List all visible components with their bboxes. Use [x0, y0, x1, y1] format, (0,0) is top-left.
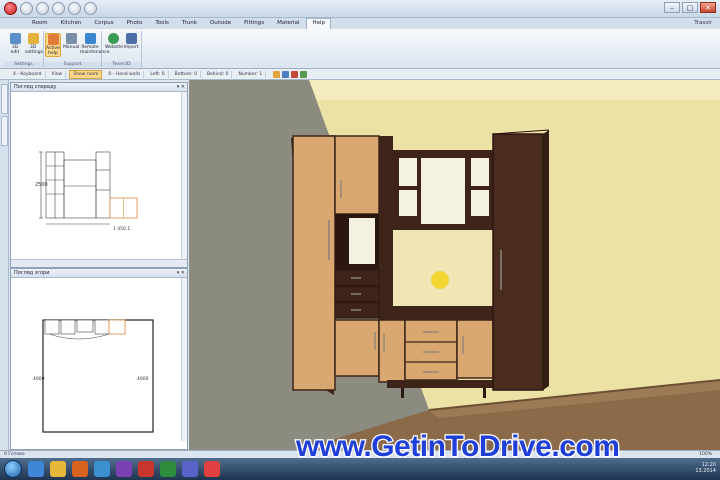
start-button[interactable]	[4, 460, 22, 478]
panel-title: Погляд згори	[14, 270, 50, 276]
measure-icon[interactable]	[282, 70, 290, 78]
taskbar-app-green-icon[interactable]	[160, 461, 176, 477]
toolbar-view[interactable]: View	[49, 70, 67, 78]
ribbon-group-support: Active help Manual Remote maintenance Su…	[44, 31, 109, 67]
undo-icon[interactable]	[68, 2, 81, 15]
taskbar-visual-studio-icon[interactable]	[116, 461, 132, 477]
manual-button[interactable]: Manual	[63, 33, 79, 50]
view-toolbar: 4 - Keyboard View Show room 0 - Hand wal…	[0, 69, 720, 80]
ribbon-right-tag[interactable]: Trassir	[694, 20, 712, 26]
tab-room[interactable]: Room	[26, 18, 54, 29]
width-dimension-label: 1 450.1	[113, 226, 130, 232]
quick-access-toolbar	[4, 2, 97, 15]
panel-close-icon[interactable]: ▾ ✕	[177, 84, 185, 90]
ribbon-group-label: Settings	[4, 62, 43, 67]
pencil-icon[interactable]	[273, 70, 281, 78]
3d-room-scene	[189, 80, 720, 450]
website-button[interactable]: Website	[105, 33, 123, 50]
taskbar-explorer-icon[interactable]	[50, 461, 66, 477]
top-view-drawing: 4000 4000	[33, 319, 154, 433]
toolbar-behind[interactable]: Behind: 0	[204, 70, 233, 78]
panel-header: Погляд згори ▾ ✕	[11, 269, 187, 278]
close-button[interactable]: ✕	[700, 2, 716, 13]
zoom-level[interactable]: 100%	[699, 452, 712, 457]
toolbar-show-room[interactable]: Show room	[69, 69, 103, 79]
tab-kitchen[interactable]: Kitchen	[55, 18, 88, 29]
toolbar-number[interactable]: Number: 1	[235, 70, 267, 78]
import-button[interactable]: Import	[123, 33, 139, 50]
3d-viewport[interactable]	[189, 80, 720, 450]
height-dimension-label: 2500	[35, 182, 48, 188]
import-icon	[125, 33, 137, 44]
redo-icon[interactable]	[84, 2, 97, 15]
window-controls: – □ ✕	[664, 2, 716, 13]
active-help-icon	[47, 34, 59, 45]
ribbon-group-label: Support	[44, 62, 101, 67]
toolbar-tool-icons	[273, 70, 308, 78]
right-dimension-label: 4000	[137, 376, 149, 382]
toolbar-keyboard[interactable]: 4 - Keyboard	[10, 70, 46, 78]
cursor-highlight	[431, 271, 449, 289]
panel-close-icon[interactable]: ▾ ✕	[177, 270, 185, 276]
front-view-drawing: 2500 1 450.1	[35, 151, 138, 232]
toolbar-left[interactable]: Left: 0	[147, 70, 169, 78]
taskbar-app-blue-icon[interactable]	[182, 461, 198, 477]
taskbar-app-icon[interactable]	[94, 461, 110, 477]
save-icon[interactable]	[52, 2, 65, 15]
maximize-button[interactable]: □	[682, 2, 698, 13]
tab-tools[interactable]: Tools	[149, 18, 175, 29]
system-tray-clock[interactable]: 12:20 13.2014	[695, 462, 716, 474]
tab-outside[interactable]: Outside	[204, 18, 237, 29]
tab-fittings[interactable]: Fittings	[238, 18, 270, 29]
watermark-text: www.GetinToDrive.com	[295, 429, 621, 465]
taskbar-firefox-icon[interactable]	[72, 461, 88, 477]
vertical-scrollbar[interactable]	[181, 92, 187, 259]
left-dimension-label: 4000	[33, 376, 45, 382]
tab-photo[interactable]: Photo	[121, 18, 149, 29]
taskbar-ie-icon[interactable]	[28, 461, 44, 477]
ribbon-group-settings: 3D edit 3D settings Settings	[4, 31, 44, 67]
taskbar-app-red-icon[interactable]	[138, 461, 154, 477]
tab-help[interactable]: Help	[306, 18, 332, 29]
ribbon-group-team3d: Website Import Team3D	[102, 31, 142, 67]
ribbon-group-label: Team3D	[102, 62, 141, 67]
vertical-scrollbar[interactable]	[181, 278, 187, 441]
3d-edit-button[interactable]: 3D edit	[7, 33, 23, 55]
panel-header: Погляд спереду ▾ ✕	[11, 83, 187, 92]
tab-material[interactable]: Material	[271, 18, 305, 29]
taskbar-app-active-icon[interactable]	[204, 461, 220, 477]
selected-cabinet-outline	[108, 319, 126, 335]
tab-corpus[interactable]: Corpus	[88, 18, 119, 29]
horizontal-scrollbar[interactable]	[11, 259, 187, 267]
3d-settings-button[interactable]: 3D settings	[25, 33, 43, 55]
side-tab-2[interactable]	[1, 116, 8, 146]
paint-icon[interactable]	[300, 70, 308, 78]
furniture-wall-unit[interactable]	[291, 129, 550, 398]
3d-settings-icon	[27, 33, 39, 44]
open-file-icon[interactable]	[36, 2, 49, 15]
app-menu-icon[interactable]	[4, 2, 17, 15]
top-view-panel: Погляд згори ▾ ✕ 4000 4000	[10, 268, 188, 450]
side-tab-strip	[0, 80, 9, 450]
status-text: 0 Готово	[4, 452, 25, 457]
title-bar: – □ ✕	[0, 0, 720, 18]
tab-trunk[interactable]: Trunk	[176, 18, 203, 29]
manual-icon	[65, 33, 77, 44]
remote-maintenance-icon	[84, 33, 96, 44]
panel-title: Погляд спереду	[14, 84, 57, 90]
globe-icon	[107, 33, 119, 44]
toolbar-hand-walls[interactable]: 0 - Hand walls	[105, 70, 145, 78]
3d-edit-icon	[9, 33, 21, 44]
front-view-panel: Погляд спереду ▾ ✕ 2500 1 450.1	[10, 82, 188, 268]
toolbar-bottom[interactable]: Bottom: 0	[172, 70, 201, 78]
ribbon-panel: 3D edit 3D settings Settings Active help…	[0, 29, 720, 69]
delete-icon[interactable]	[291, 70, 299, 78]
active-help-button[interactable]: Active help	[45, 33, 61, 57]
new-file-icon[interactable]	[20, 2, 33, 15]
remote-maintenance-button[interactable]: Remote maintenance	[80, 33, 109, 55]
ribbon-tabs: Room Kitchen Corpus Photo Tools Trunk Ou…	[0, 18, 720, 29]
side-tab-1[interactable]	[1, 84, 8, 114]
minimize-button[interactable]: –	[664, 2, 680, 13]
